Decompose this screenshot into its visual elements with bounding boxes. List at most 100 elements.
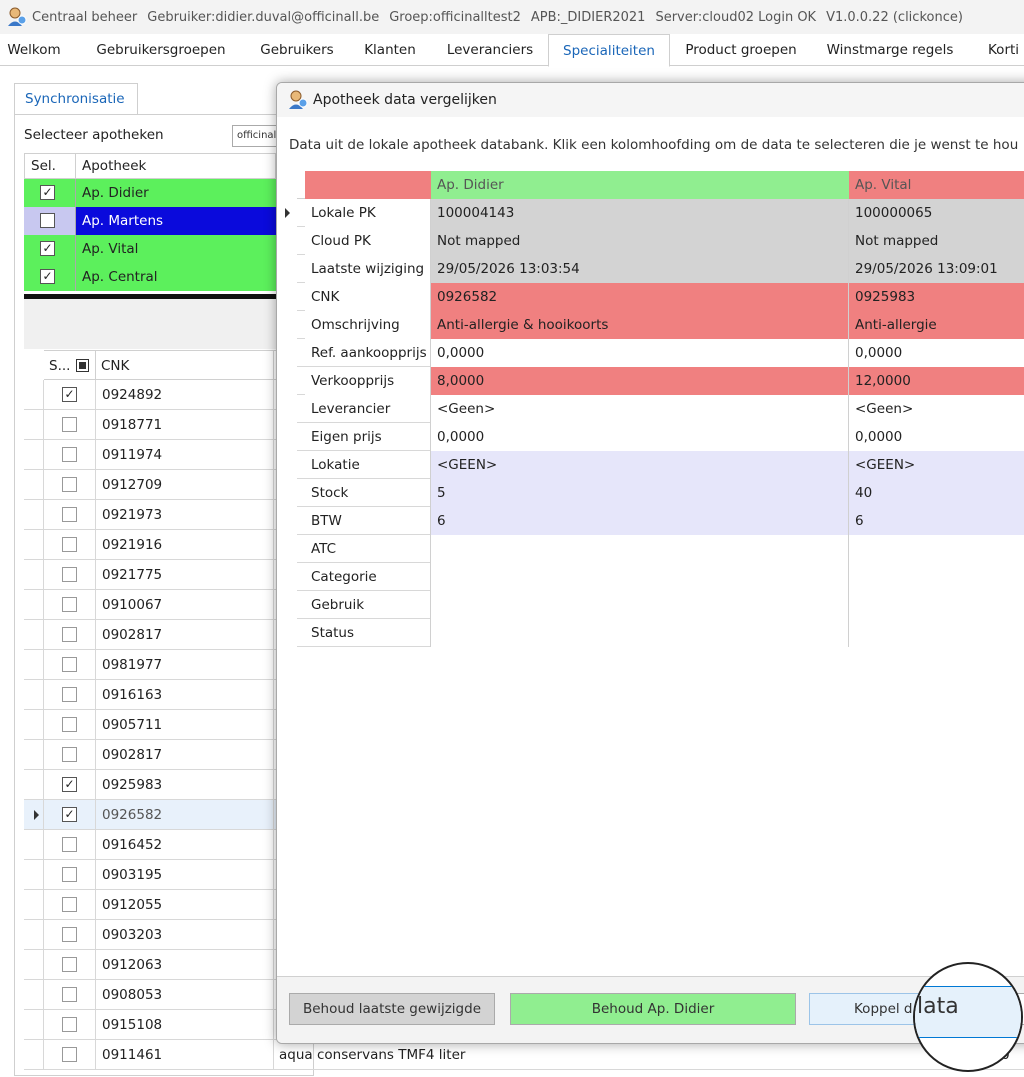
product-checkbox[interactable] [62, 897, 77, 912]
product-checkbox[interactable] [62, 507, 77, 522]
compare-value-col2[interactable]: 0,0000 [849, 423, 1024, 451]
pharmacy-checkbox[interactable]: ✓ [40, 241, 55, 256]
compare-row-header[interactable] [297, 479, 305, 507]
table-row[interactable]: 0902817ang [24, 740, 300, 770]
row-header[interactable] [24, 920, 44, 950]
pharmacy-checkbox[interactable]: ✓ [40, 269, 55, 284]
product-checkbox[interactable] [62, 687, 77, 702]
product-checkbox[interactable] [62, 927, 77, 942]
table-row[interactable]: 0915108AP [24, 1010, 300, 1040]
table-row[interactable]: ✓0926582Ant [24, 800, 300, 830]
compare-row-header[interactable] [297, 227, 305, 255]
pharm-header-sel[interactable]: Sel. [24, 153, 76, 179]
table-row[interactable]: 0910067Am [24, 590, 300, 620]
table-row[interactable]: 0911974ALL [24, 440, 300, 470]
compare-row-header[interactable] [297, 283, 305, 311]
pharmacy-row[interactable]: Ap. Martens [24, 207, 276, 235]
table-row[interactable]: 0921775Alt [24, 560, 300, 590]
table-row[interactable]: 0912709Alo [24, 470, 300, 500]
compare-value-col1[interactable]: 5 [431, 479, 849, 507]
product-checkbox[interactable] [62, 627, 77, 642]
row-header[interactable] [24, 500, 44, 530]
compare-row-header[interactable] [297, 619, 305, 647]
compare-value-col1[interactable]: <GEEN> [431, 451, 849, 479]
compare-value-col1[interactable]: <Geen> [431, 395, 849, 423]
compare-value-col2[interactable] [849, 535, 1024, 563]
table-row[interactable]: 0905711AN [24, 710, 300, 740]
compare-value-col1[interactable]: Not mapped [431, 227, 849, 255]
row-header[interactable] [24, 650, 44, 680]
product-checkbox[interactable] [62, 537, 77, 552]
tab-product-groepen[interactable]: Product groepen [676, 34, 806, 66]
compare-value-col2[interactable]: 0,0000 [849, 339, 1024, 367]
compare-value-col1[interactable] [431, 535, 849, 563]
compare-row-header[interactable] [297, 255, 305, 283]
compare-value-col1[interactable]: 100004143 [431, 199, 849, 227]
tab-korti[interactable]: Korti [984, 34, 1024, 66]
product-checkbox[interactable] [62, 867, 77, 882]
pharmacy-row[interactable]: ✓ Ap. Didier [24, 179, 276, 207]
keep-latest-button[interactable]: Behoud laatste gewijzigde [289, 993, 495, 1025]
table-row[interactable]: 0902817AM [24, 620, 300, 650]
product-checkbox[interactable] [62, 447, 77, 462]
table-row[interactable]: ✓0925983Ant [24, 770, 300, 800]
compare-row-header[interactable] [297, 591, 305, 619]
product-checkbox[interactable]: ✓ [62, 777, 77, 792]
pharmacy-checkbox[interactable] [40, 213, 55, 228]
compare-row-header[interactable] [297, 395, 305, 423]
table-row[interactable]: 0912063AN [24, 950, 300, 980]
prod-header-select[interactable]: S... [44, 350, 96, 380]
compare-row-header[interactable] [297, 451, 305, 479]
product-checkbox[interactable]: ✓ [62, 807, 77, 822]
keep-didier-button[interactable]: Behoud Ap. Didier [510, 993, 796, 1025]
product-checkbox[interactable] [62, 1047, 77, 1062]
tab-winstmarge-regels[interactable]: Winstmarge regels [820, 34, 960, 66]
compare-value-col2[interactable] [849, 619, 1024, 647]
compare-row-header[interactable] [297, 507, 305, 535]
compare-row-header[interactable] [297, 311, 305, 339]
compare-value-col1[interactable]: 29/05/2026 13:03:54 [431, 255, 849, 283]
compare-value-col1[interactable]: 8,0000 [431, 367, 849, 395]
compare-row-header[interactable] [297, 367, 305, 395]
table-row[interactable]: 0911461aqua conservans TMF4 liter000 [24, 1040, 1024, 1070]
table-row[interactable]: 0921916Alt [24, 530, 300, 560]
compare-value-col2[interactable]: 12,0000 [849, 367, 1024, 395]
row-header[interactable] [24, 1010, 44, 1040]
compare-value-col1[interactable] [431, 619, 849, 647]
table-row[interactable]: 0916452AN [24, 830, 300, 860]
row-header[interactable] [24, 380, 44, 410]
pharmacy-row[interactable]: ✓ Ap. Central [24, 263, 276, 291]
product-checkbox[interactable] [62, 957, 77, 972]
row-header[interactable] [24, 470, 44, 500]
compare-header-col1[interactable]: Ap. Didier [431, 171, 849, 199]
table-row[interactable]: 0918771alle [24, 410, 300, 440]
row-header[interactable] [24, 860, 44, 890]
compare-value-col1[interactable]: 6 [431, 507, 849, 535]
compare-value-col2[interactable]: 40 [849, 479, 1024, 507]
pharmacy-checkbox[interactable]: ✓ [40, 185, 55, 200]
tab-synchronisatie[interactable]: Synchronisatie [14, 83, 138, 115]
tab-gebruikers[interactable]: Gebruikers [252, 34, 342, 66]
product-checkbox[interactable] [62, 567, 77, 582]
compare-value-col1[interactable]: Anti-allergie & hooikoorts [431, 311, 849, 339]
product-checkbox[interactable] [62, 987, 77, 1002]
row-header[interactable] [24, 770, 44, 800]
row-header[interactable] [24, 1040, 44, 1070]
row-header[interactable] [24, 710, 44, 740]
product-checkbox[interactable] [62, 657, 77, 672]
row-header[interactable] [24, 830, 44, 860]
row-header[interactable] [24, 740, 44, 770]
product-checkbox[interactable] [62, 837, 77, 852]
tab-welkom[interactable]: Welkom [4, 34, 64, 66]
compare-value-col1[interactable]: 0,0000 [431, 423, 849, 451]
tab-specialiteiten[interactable]: Specialiteiten [548, 34, 670, 67]
product-checkbox[interactable]: ✓ [62, 387, 77, 402]
product-checkbox[interactable] [62, 747, 77, 762]
row-header[interactable] [24, 680, 44, 710]
table-row[interactable]: 0903195AN [24, 860, 300, 890]
compare-row-header[interactable] [297, 535, 305, 563]
table-row[interactable]: 0916163AM [24, 680, 300, 710]
compare-value-col1[interactable] [431, 563, 849, 591]
product-checkbox[interactable] [62, 1017, 77, 1032]
product-checkbox[interactable] [62, 417, 77, 432]
